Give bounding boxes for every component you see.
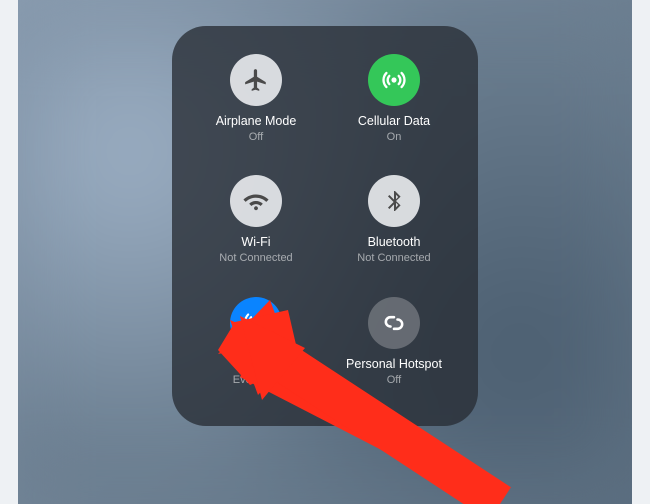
airplane-mode-toggle[interactable]: Airplane Mode Off (192, 54, 320, 161)
personal-hotspot-toggle[interactable]: Personal Hotspot Off (330, 297, 458, 404)
cellular-label: Cellular Data (358, 114, 430, 129)
bluetooth-toggle[interactable]: Bluetooth Not Connected (330, 175, 458, 282)
airdrop-label: AirDrop (235, 357, 277, 372)
wifi-label: Wi-Fi (241, 235, 270, 250)
airplane-icon (243, 67, 269, 93)
airdrop-status: Everyone (233, 373, 279, 387)
bluetooth-label: Bluetooth (368, 235, 421, 250)
hotspot-toggle-circle (368, 297, 420, 349)
wifi-icon (243, 188, 269, 214)
airdrop-icon (242, 309, 270, 337)
hotspot-status: Off (387, 373, 401, 387)
left-white-edge (0, 0, 18, 504)
bluetooth-toggle-circle (368, 175, 420, 227)
airplane-toggle-circle (230, 54, 282, 106)
wifi-toggle-circle (230, 175, 282, 227)
airplane-status: Off (249, 130, 263, 144)
airdrop-toggle[interactable]: AirDrop Everyone (192, 297, 320, 404)
cellular-data-toggle[interactable]: Cellular Data On (330, 54, 458, 161)
airplane-label: Airplane Mode (216, 114, 297, 129)
wifi-status: Not Connected (219, 251, 292, 265)
bluetooth-icon (382, 189, 406, 213)
cellular-icon (380, 66, 408, 94)
connectivity-panel: Airplane Mode Off Cellular Data On (172, 26, 478, 426)
hotspot-label: Personal Hotspot (346, 357, 442, 372)
cellular-status: On (387, 130, 402, 144)
airdrop-toggle-circle (230, 297, 282, 349)
cellular-toggle-circle (368, 54, 420, 106)
bluetooth-status: Not Connected (357, 251, 430, 265)
right-white-edge (632, 0, 650, 504)
hotspot-icon (380, 309, 408, 337)
wifi-toggle[interactable]: Wi-Fi Not Connected (192, 175, 320, 282)
